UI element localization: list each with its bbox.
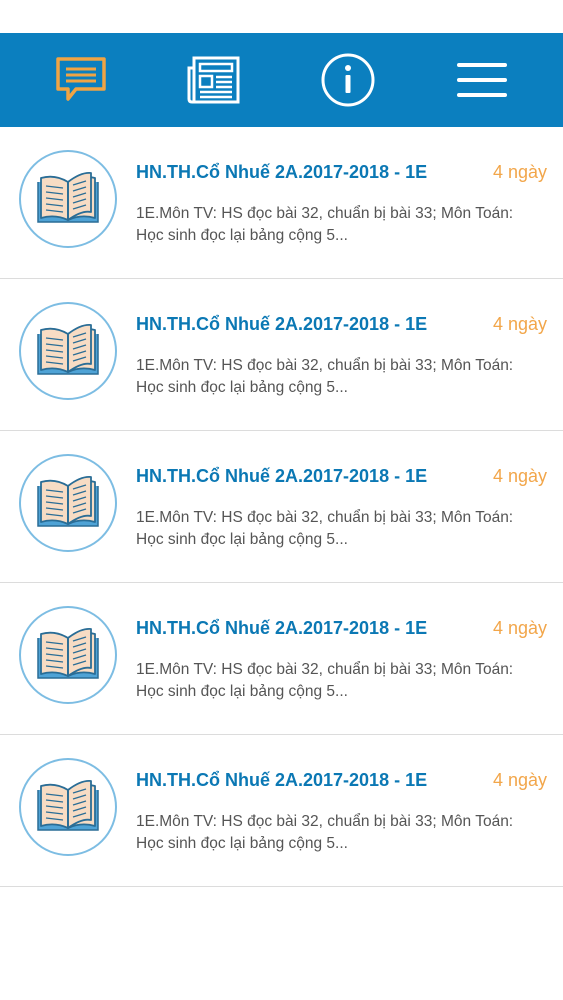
open-book-icon xyxy=(37,780,99,831)
message-title: HN.TH.Cổ Nhuế 2A.2017-2018 - 1E xyxy=(136,770,428,790)
open-book-icon xyxy=(37,324,99,375)
open-book-icon xyxy=(37,172,99,223)
message-item[interactable]: HN.TH.Cổ Nhuế 2A.2017-2018 - 1E 4 ngày 1… xyxy=(0,127,563,279)
open-book-icon xyxy=(37,628,99,679)
info-icon xyxy=(321,53,375,107)
message-preview: 1E.Môn TV: HS đọc bài 32, chuẩn bị bài 3… xyxy=(136,205,514,244)
message-list: HN.TH.Cổ Nhuế 2A.2017-2018 - 1E 4 ngày 1… xyxy=(0,127,563,887)
chat-bubble-icon xyxy=(56,57,106,101)
bottom-area xyxy=(0,928,563,1000)
status-bar-area xyxy=(0,0,563,33)
message-time: 4 ngày xyxy=(492,618,547,638)
open-book-icon xyxy=(37,476,99,527)
message-time: 4 ngày xyxy=(492,770,547,790)
message-preview: 1E.Môn TV: HS đọc bài 32, chuẩn bị bài 3… xyxy=(136,509,514,548)
nav-news-button[interactable] xyxy=(175,40,255,120)
message-preview: 1E.Môn TV: HS đọc bài 32, chuẩn bị bài 3… xyxy=(136,661,514,700)
message-time: 4 ngày xyxy=(492,466,547,486)
message-avatar xyxy=(19,606,117,704)
newspaper-icon xyxy=(187,56,240,104)
message-avatar xyxy=(19,302,117,400)
message-preview: 1E.Môn TV: HS đọc bài 32, chuẩn bị bài 3… xyxy=(136,813,514,852)
message-title: HN.TH.Cổ Nhuế 2A.2017-2018 - 1E xyxy=(136,466,428,486)
message-item[interactable]: HN.TH.Cổ Nhuế 2A.2017-2018 - 1E 4 ngày 1… xyxy=(0,735,563,887)
nav-messages-button[interactable] xyxy=(41,40,121,120)
message-avatar xyxy=(19,454,117,552)
message-time: 4 ngày xyxy=(492,314,547,334)
message-avatar xyxy=(19,150,117,248)
message-time: 4 ngày xyxy=(492,162,547,182)
message-item[interactable]: HN.TH.Cổ Nhuế 2A.2017-2018 - 1E 4 ngày 1… xyxy=(0,279,563,431)
message-item[interactable]: HN.TH.Cổ Nhuế 2A.2017-2018 - 1E 4 ngày 1… xyxy=(0,583,563,735)
message-avatar xyxy=(19,758,117,856)
menu-icon xyxy=(457,63,508,97)
nav-menu-button[interactable] xyxy=(442,40,522,120)
top-nav-bar xyxy=(0,33,563,127)
message-title: HN.TH.Cổ Nhuế 2A.2017-2018 - 1E xyxy=(136,162,428,182)
message-item[interactable]: HN.TH.Cổ Nhuế 2A.2017-2018 - 1E 4 ngày 1… xyxy=(0,431,563,583)
message-title: HN.TH.Cổ Nhuế 2A.2017-2018 - 1E xyxy=(136,618,428,638)
message-title: HN.TH.Cổ Nhuế 2A.2017-2018 - 1E xyxy=(136,314,428,334)
message-preview: 1E.Môn TV: HS đọc bài 32, chuẩn bị bài 3… xyxy=(136,357,514,396)
nav-info-button[interactable] xyxy=(308,40,388,120)
